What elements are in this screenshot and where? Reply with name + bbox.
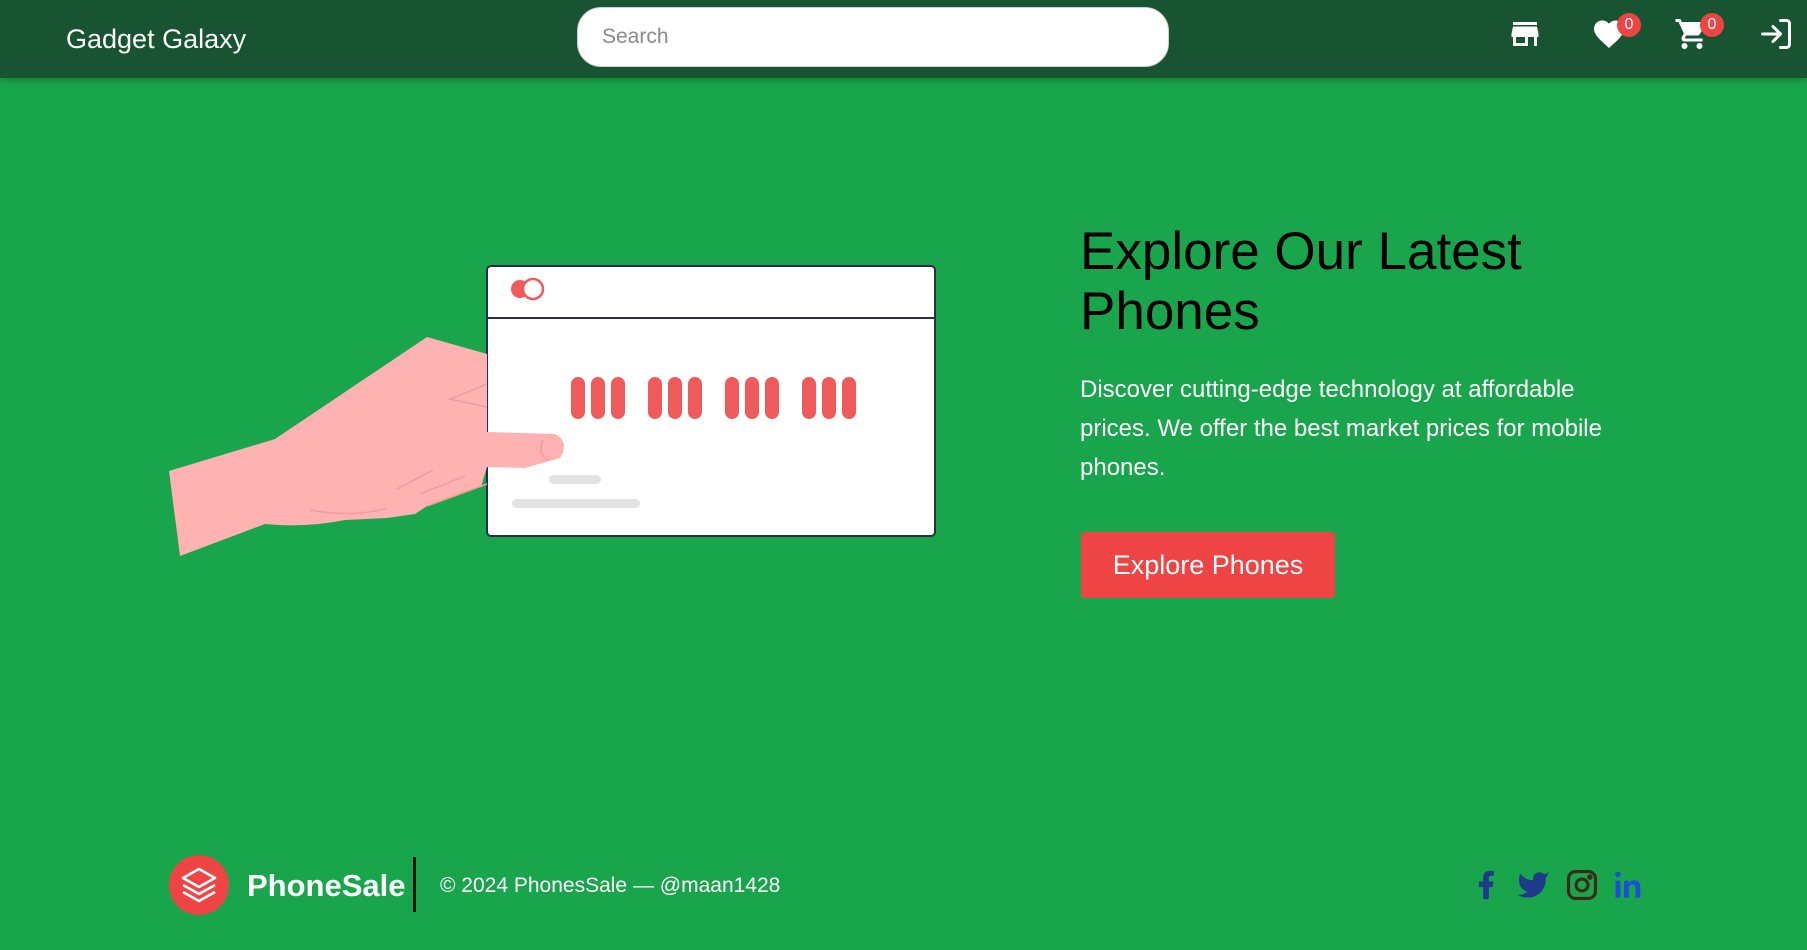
instagram-icon[interactable]: [1565, 868, 1599, 902]
hand-holding-card-illustration: [169, 265, 936, 556]
store-icon[interactable]: [1507, 16, 1543, 52]
linkedin-icon[interactable]: [1612, 868, 1646, 902]
twitter-icon[interactable]: [1516, 868, 1550, 902]
search-input[interactable]: [577, 7, 1169, 67]
explore-phones-button[interactable]: Explore Phones: [1081, 532, 1335, 598]
wishlist-button[interactable]: 0: [1591, 13, 1641, 52]
login-icon[interactable]: [1758, 16, 1794, 52]
brand-name[interactable]: Gadget Galaxy: [66, 20, 246, 58]
facebook-icon[interactable]: [1469, 868, 1503, 902]
cart-button[interactable]: 0: [1674, 13, 1724, 52]
hero-text: Explore Our Latest Phones Discover cutti…: [1080, 222, 1640, 487]
navbar: Gadget Galaxy 0 0: [0, 0, 1807, 78]
wishlist-count-badge: 0: [1617, 13, 1641, 37]
footer-copyright: © 2024 PhonesSale — @maan1428: [440, 874, 781, 897]
footer-brand[interactable]: PhoneSale: [247, 866, 406, 906]
layers-logo-icon[interactable]: [169, 855, 229, 915]
footer-divider: [413, 857, 416, 912]
hero-title: Explore Our Latest Phones: [1080, 222, 1522, 341]
cart-count-badge: 0: [1700, 13, 1724, 37]
hero-description: Discover cutting-edge technology at affo…: [1080, 376, 1602, 481]
